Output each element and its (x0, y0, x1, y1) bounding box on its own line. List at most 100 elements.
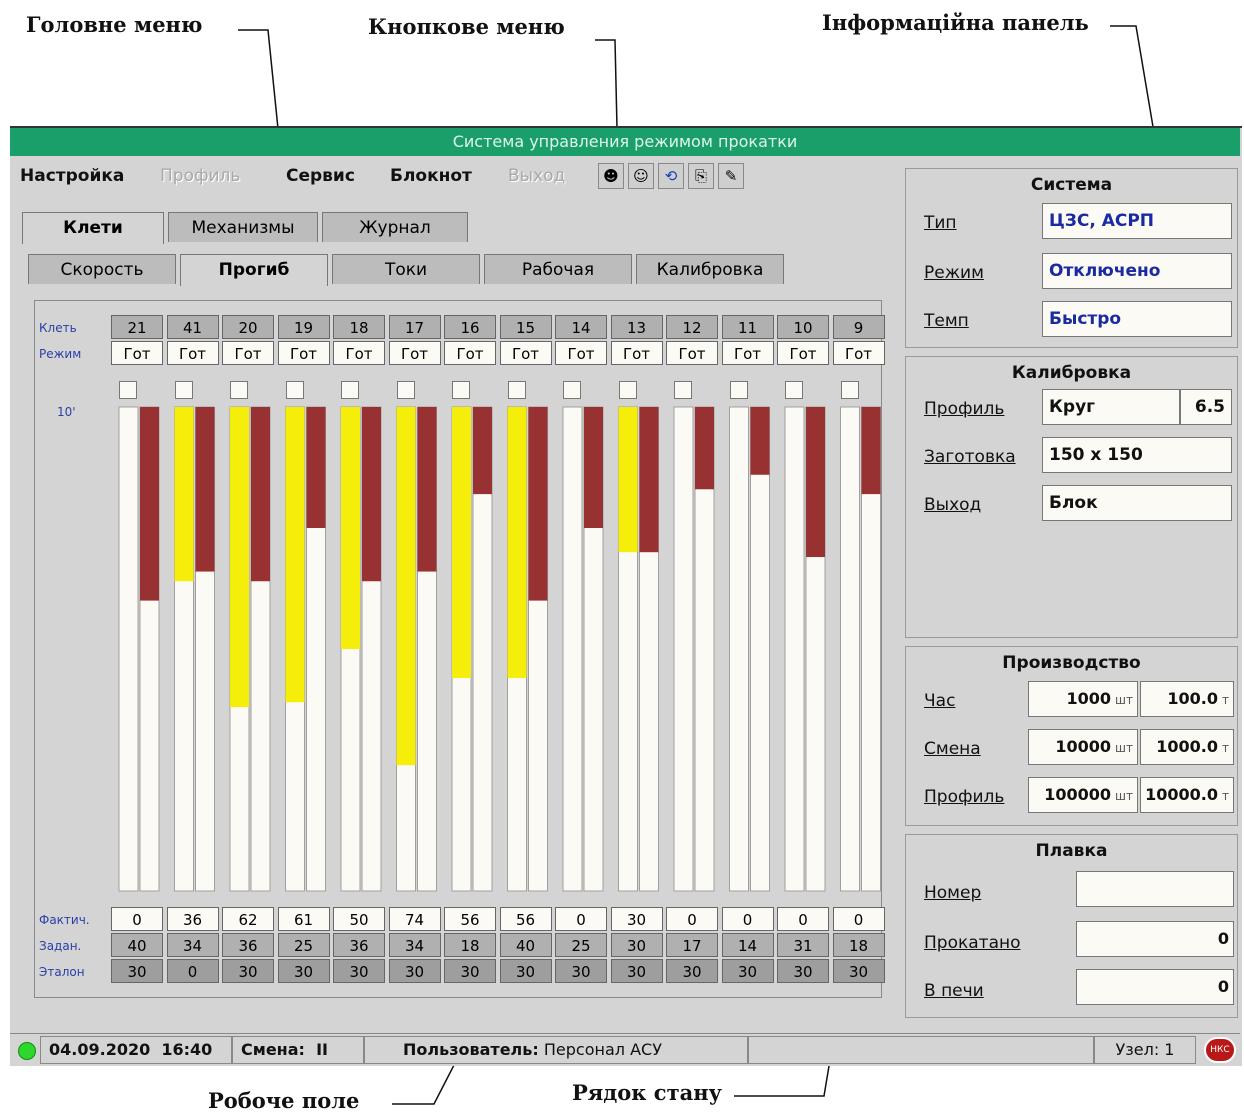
tab-zhurnal[interactable]: Журнал (322, 212, 468, 242)
menu-vyhod[interactable]: Выход (508, 166, 565, 186)
stand-checkbox[interactable] (840, 381, 859, 399)
tab-mehanizmy[interactable]: Механизмы (168, 212, 318, 242)
document-edit-icon[interactable]: ✎ (718, 163, 744, 189)
production-hour-tons: 100.0 т (1140, 681, 1234, 717)
reference-cell: 30 (277, 959, 330, 983)
production-hour-label: Час (924, 691, 956, 711)
refresh-icon[interactable]: ⟲ (658, 163, 684, 189)
setpoint-cell: 36 (333, 933, 385, 957)
work-field: Клеть Режим 10' Фактич. Задан. Эталон 21… (34, 300, 885, 998)
actual-cell: 30 (610, 907, 663, 931)
klet-cell: 41 (166, 315, 219, 339)
mode-cell[interactable]: Гот (333, 341, 385, 365)
setpoint-cell: 25 (277, 933, 330, 957)
stand-checkbox[interactable] (341, 381, 359, 399)
stand-checkbox[interactable] (618, 381, 637, 399)
calibration-profile-label: Профиль (924, 399, 1005, 419)
mode-cell[interactable]: Гот (832, 341, 885, 365)
stand-checkbox[interactable] (230, 381, 248, 399)
users-icon[interactable]: ☺ (628, 163, 654, 189)
mode-cell[interactable]: Гот (166, 341, 219, 365)
stand-checkbox[interactable] (285, 381, 304, 399)
mode-cell[interactable]: Гот (721, 341, 774, 365)
heat-furnace-label: В печи (924, 981, 984, 1001)
mode-cell[interactable]: Гот (777, 341, 829, 365)
mode-cell[interactable]: Гот (610, 341, 663, 365)
setpoint-cell: 31 (777, 933, 829, 957)
production-shift-tons: 1000.0 т (1140, 729, 1234, 765)
actual-cell: 0 (666, 907, 718, 931)
production-title: Производство (1002, 653, 1141, 673)
stand-checkbox[interactable] (785, 381, 803, 399)
stand-checkbox[interactable] (563, 381, 581, 399)
stand-checkbox[interactable] (674, 381, 692, 399)
bar-track-actual (673, 406, 694, 892)
annotation-status-line: Рядок стану (572, 1080, 723, 1105)
tab-rabochaya[interactable]: Рабочая (484, 254, 632, 284)
menu-servis[interactable]: Сервис (286, 166, 355, 186)
bar-track-actual (118, 406, 139, 892)
menu-bloknot[interactable]: Блокнот (390, 166, 472, 186)
heat-group: Плавка Номер Прокатано 0 В печи 0 (905, 834, 1238, 1018)
production-shift-pcs: 10000 шт (1028, 729, 1138, 765)
actual-bar (174, 407, 194, 582)
user-icon[interactable]: ☻ (598, 163, 624, 189)
klet-cell: 13 (610, 315, 663, 339)
menu-profil[interactable]: Профиль (160, 166, 240, 186)
klet-cell: 21 (111, 315, 163, 339)
actual-bar (230, 407, 249, 708)
mode-cell[interactable]: Гот (388, 341, 441, 365)
tab-progib[interactable]: Прогиб (180, 254, 328, 286)
setpoint-cell: 14 (721, 933, 774, 957)
actual-cell: 56 (444, 907, 496, 931)
bar-track-actual (562, 406, 583, 892)
status-led-icon (18, 1042, 36, 1060)
reference-cell: 30 (832, 959, 885, 983)
setpoint-bar (750, 407, 770, 475)
reference-cell: 30 (666, 959, 718, 983)
setpoint-cell: 36 (222, 933, 274, 957)
reference-cell: 30 (333, 959, 385, 983)
mode-cell[interactable]: Гот (444, 341, 496, 365)
actual-cell: 0 (111, 907, 163, 931)
stand-checkbox[interactable] (396, 381, 415, 399)
stand-checkbox[interactable] (174, 381, 193, 399)
setpoint-bar (639, 407, 659, 553)
row-label-klet: Клеть (39, 321, 77, 335)
row-label-zadan: Задан. (39, 939, 82, 953)
actual-bar (285, 407, 305, 703)
klet-cell: 19 (277, 315, 330, 339)
stand-checkbox[interactable] (507, 381, 526, 399)
mode-cell[interactable]: Гот (666, 341, 718, 365)
production-hour-pcs: 1000 шт (1028, 681, 1138, 717)
mode-cell[interactable]: Гот (555, 341, 607, 365)
bar-track-actual (840, 406, 860, 892)
tab-skorost[interactable]: Скорость (28, 254, 176, 284)
production-group: Производство Час 1000 шт 100.0 т Смена 100… (905, 646, 1238, 826)
annotation-info-panel: Інформаційна панель (822, 10, 1089, 35)
setpoint-cell: 40 (111, 933, 163, 957)
actual-cell: 0 (777, 907, 829, 931)
actual-cell: 0 (832, 907, 885, 931)
setpoint-bar (362, 407, 381, 582)
tab-kalibrovka[interactable]: Калибровка (636, 254, 784, 284)
row-label-fakt: Фактич. (39, 913, 90, 927)
mode-cell[interactable]: Гот (222, 341, 274, 365)
document-up-icon[interactable]: ⎘ (688, 163, 714, 189)
stand-checkbox[interactable] (452, 381, 470, 399)
mode-cell[interactable]: Гот (111, 341, 163, 365)
tab-toki[interactable]: Токи (332, 254, 480, 284)
calibration-group: Калибровка Профиль Круг 6.5 Заготовка 15… (905, 356, 1238, 638)
stand-checkbox[interactable] (119, 381, 137, 399)
klet-cell: 14 (555, 315, 607, 339)
mode-cell[interactable]: Гот (277, 341, 330, 365)
tab-kleti[interactable]: Клети (22, 212, 164, 244)
actual-cell: 50 (333, 907, 385, 931)
system-title: Система (1030, 175, 1113, 195)
stand-checkbox[interactable] (729, 381, 748, 399)
menu-nastroika[interactable]: Настройка (20, 166, 124, 186)
mode-cell[interactable]: Гот (499, 341, 552, 365)
setpoint-cell: 17 (666, 933, 718, 957)
heat-rolled-value: 0 (1076, 921, 1234, 957)
klet-cell: 9 (832, 315, 885, 339)
